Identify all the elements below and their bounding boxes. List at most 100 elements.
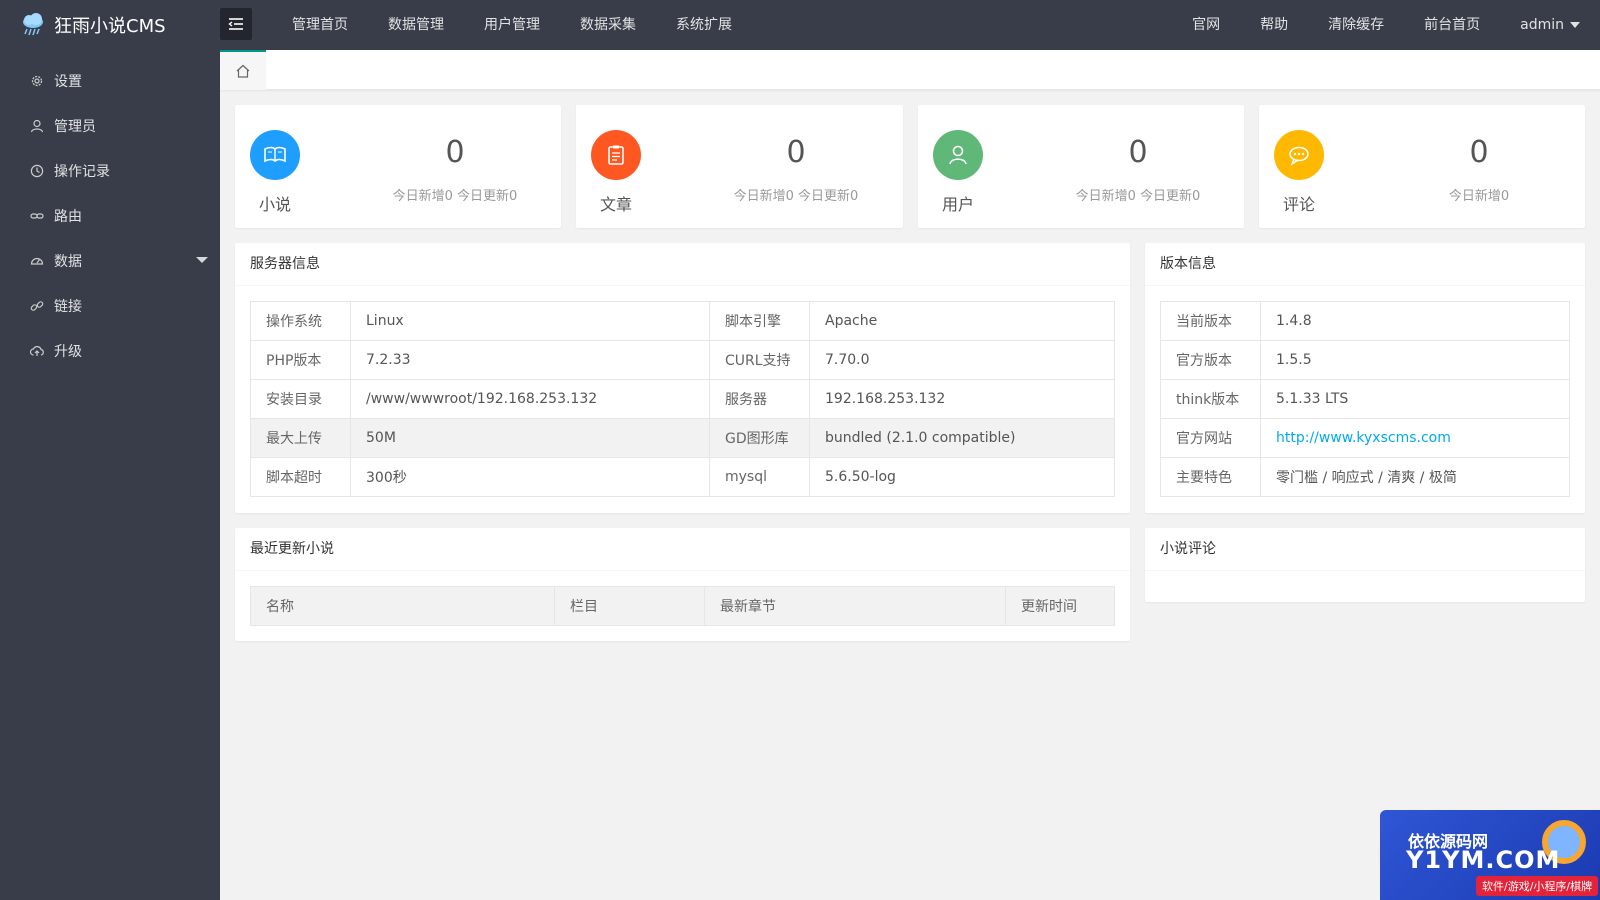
user-name: admin — [1520, 17, 1564, 33]
column-header: 最新章节 — [704, 586, 1006, 626]
stat-subtext: 今日新增0 — [1448, 189, 1510, 204]
info-value: /www/wwwroot/192.168.253.132 — [350, 379, 710, 419]
user-menu[interactable]: admin — [1500, 0, 1580, 50]
info-key: PHP版本 — [250, 340, 351, 380]
table-row: 操作系统 Linux 脚本引擎 Apache — [250, 301, 1115, 341]
stat-subtext: 今日新增0 今日更新0 — [1075, 189, 1201, 204]
info-value: Linux — [350, 301, 710, 341]
link-chain-icon — [30, 212, 44, 219]
sidebar-item-label: 数据 — [54, 253, 82, 270]
menu-collapse-icon — [228, 18, 243, 30]
watermark-badge: 依依源码网 Y1YM.COM 软件/游戏/小程序/棋牌 — [1380, 810, 1600, 900]
panel-title: 服务器信息 — [235, 243, 1130, 286]
version-info-table: 当前版本 1.4.8 官方版本 1.5.5 think版本 5.1.33 LTS… — [1160, 301, 1570, 497]
novel-comments-panel: 小说评论 — [1145, 528, 1585, 602]
info-value: 300秒 — [350, 457, 710, 497]
sidebar-item-links[interactable]: 链接 — [0, 283, 220, 328]
server-info-panel: 服务器信息 操作系统 Linux 脚本引擎 Apache PHP版本 7.2.3… — [235, 243, 1130, 513]
chat-icon — [1289, 146, 1309, 166]
stat-card-comments: 评论 0 今日新增0 — [1259, 105, 1585, 228]
tab-bar — [220, 50, 1600, 90]
gauge-icon — [30, 257, 44, 265]
right-navigation: 官网 帮助 清除缓存 前台首页 admin — [1172, 0, 1580, 50]
stat-card-novels: 小说 0 今日新增0 今日更新0 — [235, 105, 561, 228]
recent-novels-table: 名称 栏目 最新章节 更新时间 — [250, 586, 1115, 626]
sidebar-item-label: 升级 — [54, 343, 82, 360]
info-value: 192.168.253.132 — [809, 379, 1115, 419]
info-key: 最大上传 — [250, 418, 351, 458]
info-value: 7.2.33 — [350, 340, 710, 380]
info-key: CURL支持 — [709, 340, 810, 380]
tab-home[interactable] — [220, 50, 266, 90]
top-navigation: 管理首页 数据管理 用户管理 数据采集 系统扩展 — [272, 0, 752, 50]
table-row: 官方版本 1.5.5 — [1160, 340, 1570, 380]
nav-admin-home[interactable]: 管理首页 — [272, 0, 368, 50]
table-row: 主要特色 零门槛 / 响应式 / 清爽 / 极简 — [1160, 457, 1570, 497]
panel-title: 版本信息 — [1145, 243, 1585, 286]
panel-title: 小说评论 — [1145, 528, 1585, 571]
panel-title: 最近更新小说 — [235, 528, 1130, 571]
sidebar-item-upgrade[interactable]: 升级 — [0, 328, 220, 373]
sidebar-item-admins[interactable]: 管理员 — [0, 103, 220, 148]
stat-value: 0 — [445, 135, 465, 170]
info-key: 官方网站 — [1160, 418, 1261, 458]
nav-user-management[interactable]: 用户管理 — [464, 0, 560, 50]
watermark-text: Y1YM.COM — [1406, 846, 1561, 874]
sidebar-item-settings[interactable]: 设置 — [0, 58, 220, 103]
table-row: 当前版本 1.4.8 — [1160, 301, 1570, 341]
info-key: 操作系统 — [250, 301, 351, 341]
menu-toggle-button[interactable] — [220, 8, 252, 40]
cloud-rain-icon — [23, 13, 43, 36]
info-value: http://www.kyxscms.com — [1260, 418, 1570, 458]
table-header-row: 名称 栏目 最新章节 更新时间 — [250, 586, 1115, 626]
stat-icon-circle — [1274, 130, 1324, 180]
stat-card-articles: 文章 0 今日新增0 今日更新0 — [576, 105, 903, 228]
stat-subtext: 今日新增0 今日更新0 — [733, 189, 859, 204]
info-key: 安装目录 — [250, 379, 351, 419]
info-value: 7.70.0 — [809, 340, 1115, 380]
table-row: 官方网站 http://www.kyxscms.com — [1160, 418, 1570, 458]
stat-card-users: 用户 0 今日新增0 今日更新0 — [918, 105, 1244, 228]
cloud-upload-icon — [30, 345, 44, 356]
stat-label: 评论 — [1282, 195, 1315, 214]
chevron-down-icon — [196, 257, 208, 263]
nav-data-management[interactable]: 数据管理 — [368, 0, 464, 50]
info-key: 服务器 — [709, 379, 810, 419]
stat-value: 0 — [1469, 135, 1489, 170]
table-row: 最大上传 50M GD图形库 bundled (2.1.0 compatible… — [250, 418, 1115, 458]
nav-help[interactable]: 帮助 — [1240, 0, 1308, 50]
info-value: 零门槛 / 响应式 / 清爽 / 极简 — [1260, 457, 1570, 497]
table-row: 安装目录 /www/wwwroot/192.168.253.132 服务器 19… — [250, 379, 1115, 419]
sidebar-item-label: 操作记录 — [54, 163, 110, 180]
server-info-table: 操作系统 Linux 脚本引擎 Apache PHP版本 7.2.33 CURL… — [250, 301, 1115, 497]
app-logo[interactable]: 狂雨小说CMS — [20, 0, 166, 50]
stat-icon-circle — [591, 130, 641, 180]
info-key: think版本 — [1160, 379, 1261, 419]
sidebar-item-label: 路由 — [54, 208, 82, 225]
info-key: 当前版本 — [1160, 301, 1261, 341]
table-row: think版本 5.1.33 LTS — [1160, 379, 1570, 419]
info-value: bundled (2.1.0 compatible) — [809, 418, 1115, 458]
nav-system-extension[interactable]: 系统扩展 — [656, 0, 752, 50]
info-value: 5.6.50-log — [809, 457, 1115, 497]
sidebar-item-routes[interactable]: 路由 — [0, 193, 220, 238]
info-value: 1.5.5 — [1260, 340, 1570, 380]
nav-frontend-home[interactable]: 前台首页 — [1404, 0, 1500, 50]
nav-data-collection[interactable]: 数据采集 — [560, 0, 656, 50]
info-key: 脚本超时 — [250, 457, 351, 497]
book-icon — [264, 146, 286, 163]
link-icon — [30, 300, 44, 311]
column-header: 更新时间 — [1005, 586, 1115, 626]
official-website-link[interactable]: http://www.kyxscms.com — [1276, 430, 1451, 446]
stat-label: 小说 — [258, 195, 291, 214]
stat-icon-circle — [933, 130, 983, 180]
info-value: 5.1.33 LTS — [1260, 379, 1570, 419]
info-value: 1.4.8 — [1260, 301, 1570, 341]
chevron-down-icon — [1570, 22, 1580, 28]
nav-official-site[interactable]: 官网 — [1172, 0, 1240, 50]
nav-clear-cache[interactable]: 清除缓存 — [1308, 0, 1404, 50]
stat-label: 文章 — [599, 195, 632, 214]
sidebar-item-operation-log[interactable]: 操作记录 — [0, 148, 220, 193]
watermark-text: 软件/游戏/小程序/棋牌 — [1476, 876, 1599, 896]
sidebar-item-data[interactable]: 数据 — [0, 238, 220, 283]
